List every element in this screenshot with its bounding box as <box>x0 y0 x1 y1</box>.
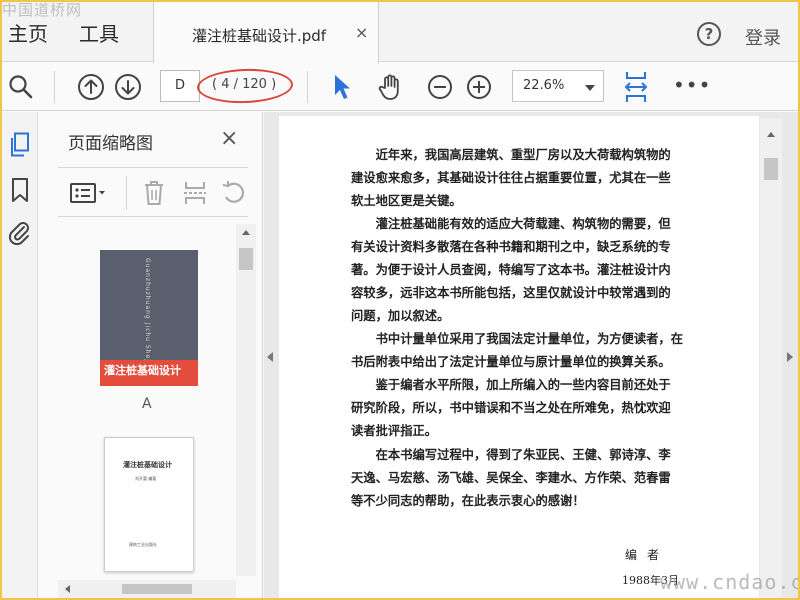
text-line: 书后附表中给出了法定计量单位与原计量单位的换算关系。 <box>351 353 671 369</box>
text-line: 容较多，远非这本书所能包括，这里仅就设计中较常遇到的 <box>351 284 671 300</box>
thumbnail-vertical-scrollbar[interactable] <box>236 224 256 576</box>
toolbar-divider <box>54 71 55 103</box>
more-options-icon[interactable]: ••• <box>673 73 711 97</box>
rotate-icon[interactable] <box>221 180 247 206</box>
thumbnail-options-icon[interactable] <box>70 182 110 204</box>
text-line: 有关设计资料多散落在各种书籍和期刊之中，缺乏系统的专 <box>351 238 671 254</box>
scroll-thumb[interactable] <box>122 584 192 594</box>
main-toolbar: D ( 4 / 120 ) 22.6% ••• <box>2 63 798 111</box>
scroll-left-icon[interactable] <box>63 584 71 594</box>
app-window: 主页 工具 灌注桩基础设计.pdf × ? 登录 D ( 4 / 120 ) 2… <box>2 2 798 598</box>
scroll-thumb[interactable] <box>239 248 253 270</box>
thumbnail-horizontal-scrollbar[interactable] <box>58 580 236 598</box>
text-line: 鉴于编者水平所限，加上所编入的一些内容目前还处于 <box>375 377 671 392</box>
site-watermark-url: www.cndao.com <box>660 570 798 594</box>
text-line: 天逸、马宏慈、汤飞雄、吴保全、李建水、方作荣、范春雷 <box>351 469 671 485</box>
scroll-up-icon[interactable] <box>241 228 251 236</box>
extract-pages-icon[interactable] <box>183 180 207 206</box>
text-line: 建设愈来愈多，其基础设计往往占据重要位置，尤其在一些 <box>351 169 671 185</box>
thumbnail-page-title[interactable]: 灌注桩基础设计 刘开富 编著 建筑工业出版社 <box>104 437 194 572</box>
title-page-author: 刘开富 编著 <box>135 476 157 481</box>
toolbar-divider <box>126 176 127 210</box>
paragraph-2: 灌注桩基础能有效的适应大荷载建、构筑物的需要，但 有关设计资料多散落在各种书籍和… <box>351 213 731 328</box>
panel-title: 页面缩略图 <box>68 134 153 154</box>
paragraph-1: 近年来，我国高层建筑、重型厂房以及大荷载构筑物的 建设愈来愈多，其基础设计往往占… <box>351 144 731 213</box>
site-watermark: 中国道桥网 <box>2 2 83 19</box>
title-page-publisher: 建筑工业出版社 <box>129 542 157 547</box>
top-menu-bar: 主页 工具 灌注桩基础设计.pdf × ? 登录 <box>2 2 798 63</box>
text-line: 读者批评指正。 <box>351 422 438 438</box>
text-line: 近年来，我国高层建筑、重型厂房以及大荷载构筑物的 <box>375 147 671 162</box>
title-page-heading: 灌注桩基础设计 <box>123 461 172 469</box>
fit-width-icon[interactable] <box>622 69 650 105</box>
zoom-value: 22.6% <box>523 78 565 93</box>
hand-tool-icon[interactable] <box>376 72 406 102</box>
page-number-input[interactable]: D <box>160 70 200 102</box>
toolbar-divider <box>307 71 308 103</box>
next-page-icon[interactable] <box>114 73 142 101</box>
previous-page-icon[interactable] <box>77 73 105 101</box>
bookmark-icon[interactable] <box>10 177 30 203</box>
close-tab-icon[interactable]: × <box>355 23 368 42</box>
text-line: 著。为便于设计人员查阅，特编写了这本书。灌注桩设计内 <box>351 261 671 277</box>
thumbnail-page-cover[interactable]: Guanzhuzhuang Jichu Sheji 灌注桩基础设计 <box>100 250 198 386</box>
page-thumbnails-icon[interactable] <box>9 132 31 158</box>
delete-icon[interactable] <box>143 180 165 206</box>
paragraph-4: 鉴于编者水平所限，加上所编入的一些内容目前还处于 研究阶段，所以，书中错误和不当… <box>351 374 731 443</box>
text-line: 研究阶段，所以，书中错误和不当之处在所难免，热忱欢迎 <box>351 399 671 415</box>
collapse-right-panel-icon[interactable] <box>787 352 793 362</box>
help-icon[interactable]: ? <box>697 22 721 46</box>
paragraph-5: 在本书编写过程中，得到了朱亚民、王健、郭诗淳、李 天逸、马宏慈、汤飞雄、吴保全、… <box>351 444 731 513</box>
thumbnail-label: A <box>142 396 152 412</box>
menu-home[interactable]: 主页 <box>8 18 48 47</box>
menu-tools[interactable]: 工具 <box>79 18 119 47</box>
pdf-page: 近年来，我国高层建筑、重型厂房以及大荷载构筑物的 建设愈来愈多，其基础设计往往占… <box>279 116 759 598</box>
zoom-out-icon[interactable] <box>427 74 453 100</box>
zoom-in-icon[interactable] <box>466 74 492 100</box>
scroll-thumb[interactable] <box>764 158 778 180</box>
page-count: ( 4 / 120 ) <box>212 77 277 92</box>
text-line: 灌注桩基础能有效的适应大荷载建、构筑物的需要，但 <box>375 216 671 231</box>
document-tab-title: 灌注桩基础设计.pdf <box>192 27 327 45</box>
document-viewport: 近年来，我国高层建筑、重型厂房以及大荷载构筑物的 建设愈来愈多，其基础设计往往占… <box>264 112 798 598</box>
document-tab[interactable]: 灌注桩基础设计.pdf × <box>153 2 379 63</box>
cover-title: 灌注桩基础设计 <box>104 364 181 377</box>
thumbnails-toolbar <box>58 167 248 217</box>
select-cursor-icon[interactable] <box>332 73 354 101</box>
text-line: 书中计量单位采用了我国法定计量单位，为方便读者，在 <box>375 331 684 346</box>
scroll-up-icon[interactable] <box>766 130 776 138</box>
search-icon[interactable] <box>8 74 34 100</box>
collapse-left-panel-icon[interactable] <box>267 352 273 362</box>
text-line: 在本书编写过程中，得到了朱亚民、王健、郭诗淳、李 <box>375 447 671 462</box>
login-button[interactable]: 登录 <box>745 24 781 50</box>
zoom-select[interactable]: 22.6% <box>512 70 604 102</box>
thumbnail-list: Guanzhuzhuang Jichu Sheji 灌注桩基础设计 A 灌注桩基… <box>38 224 238 580</box>
text-line: 问题，加以叙述。 <box>351 307 450 323</box>
left-icon-rail <box>2 112 38 598</box>
signature: 编者 <box>625 548 670 562</box>
cover-vertical-title: Guanzhuzhuang Jichu Sheji <box>144 258 151 365</box>
paragraph-3: 书中计量单位采用了我国法定计量单位，为方便读者，在 书后附表中给出了法定计量单位… <box>351 328 731 374</box>
chevron-down-icon <box>585 85 595 91</box>
document-vertical-scrollbar[interactable] <box>760 118 782 598</box>
thumbnails-panel: 页面缩略图 × Guanzhuzhuang Jichu Sheji 灌注桩基础设… <box>38 112 263 598</box>
text-line: 软土地区更是关键。 <box>351 192 462 208</box>
close-panel-icon[interactable]: × <box>220 126 238 151</box>
text-line: 等不少同志的帮助，在此表示衷心的感谢！ <box>351 492 585 508</box>
attachment-icon[interactable] <box>8 220 32 246</box>
